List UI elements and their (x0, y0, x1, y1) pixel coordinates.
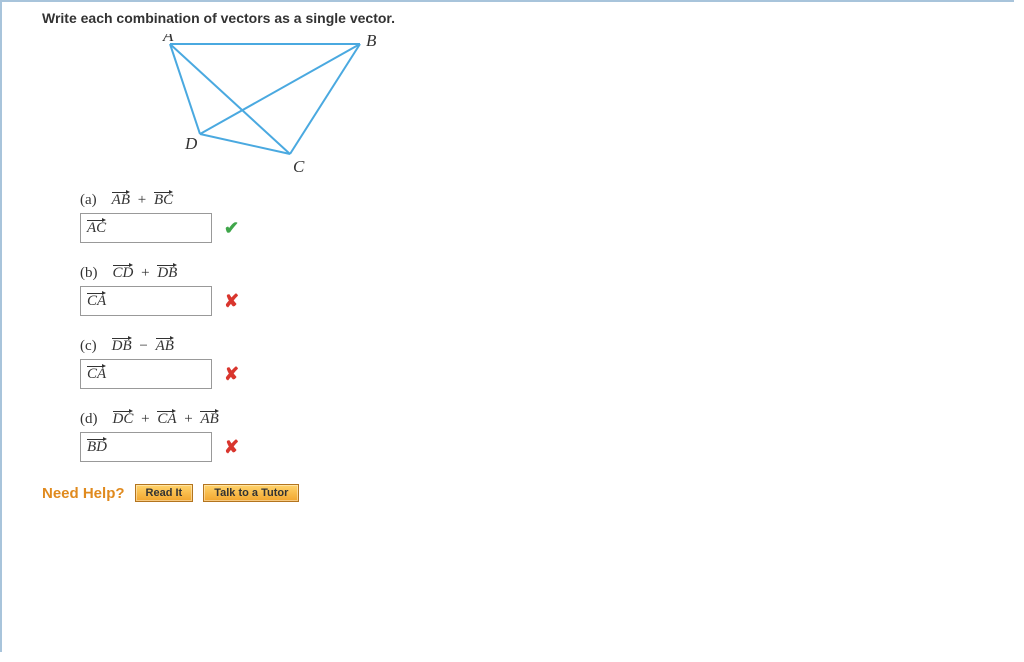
operator: + (137, 265, 153, 281)
operator: + (180, 411, 196, 427)
need-help-label: Need Help? (42, 485, 125, 502)
problem-d: (d) DC + CA + AB BD ✘ (80, 411, 1014, 462)
part-label: (c) (80, 338, 97, 354)
vector: DB (157, 265, 177, 282)
vertex-a-label: A (162, 34, 174, 45)
part-label: (b) (80, 265, 98, 281)
operator: − (135, 338, 151, 354)
part-label: (a) (80, 192, 97, 208)
vector-diagram: A B C D (130, 34, 1014, 182)
vector: CA (157, 411, 176, 428)
vector: AB (156, 338, 174, 355)
operator: + (134, 192, 150, 208)
vector: AB (112, 192, 130, 209)
question-panel: Write each combination of vectors as a s… (0, 0, 1014, 652)
talk-to-tutor-button[interactable]: Talk to a Tutor (203, 484, 299, 502)
vector: DC (113, 411, 134, 428)
vector: DB (112, 338, 132, 355)
part-label: (d) (80, 411, 98, 427)
instruction-text: Write each combination of vectors as a s… (42, 10, 1014, 26)
problem-a: (a) AB + BC AC ✔ (80, 192, 1014, 243)
help-row: Need Help? Read It Talk to a Tutor (42, 484, 1014, 502)
operator: + (137, 411, 153, 427)
check-icon: ✔ (224, 218, 239, 239)
vertex-d-label: D (184, 134, 198, 153)
vector: AB (200, 411, 218, 428)
problem-b: (b) CD + DB CA ✘ (80, 265, 1014, 316)
problem-c: (c) DB − AB CA ✘ (80, 338, 1014, 389)
problem-list: (a) AB + BC AC ✔ (b) CD + DB C (80, 192, 1014, 462)
answer-input[interactable]: BD (80, 432, 212, 462)
x-icon: ✘ (224, 364, 239, 385)
vertex-c-label: C (293, 157, 305, 176)
vector: CD (113, 265, 134, 282)
vector: BC (154, 192, 173, 209)
answer-input[interactable]: AC (80, 213, 212, 243)
answer-input[interactable]: CA (80, 359, 212, 389)
x-icon: ✘ (224, 437, 239, 458)
answer-input[interactable]: CA (80, 286, 212, 316)
x-icon: ✘ (224, 291, 239, 312)
vertex-b-label: B (366, 34, 377, 50)
read-it-button[interactable]: Read It (135, 484, 194, 502)
